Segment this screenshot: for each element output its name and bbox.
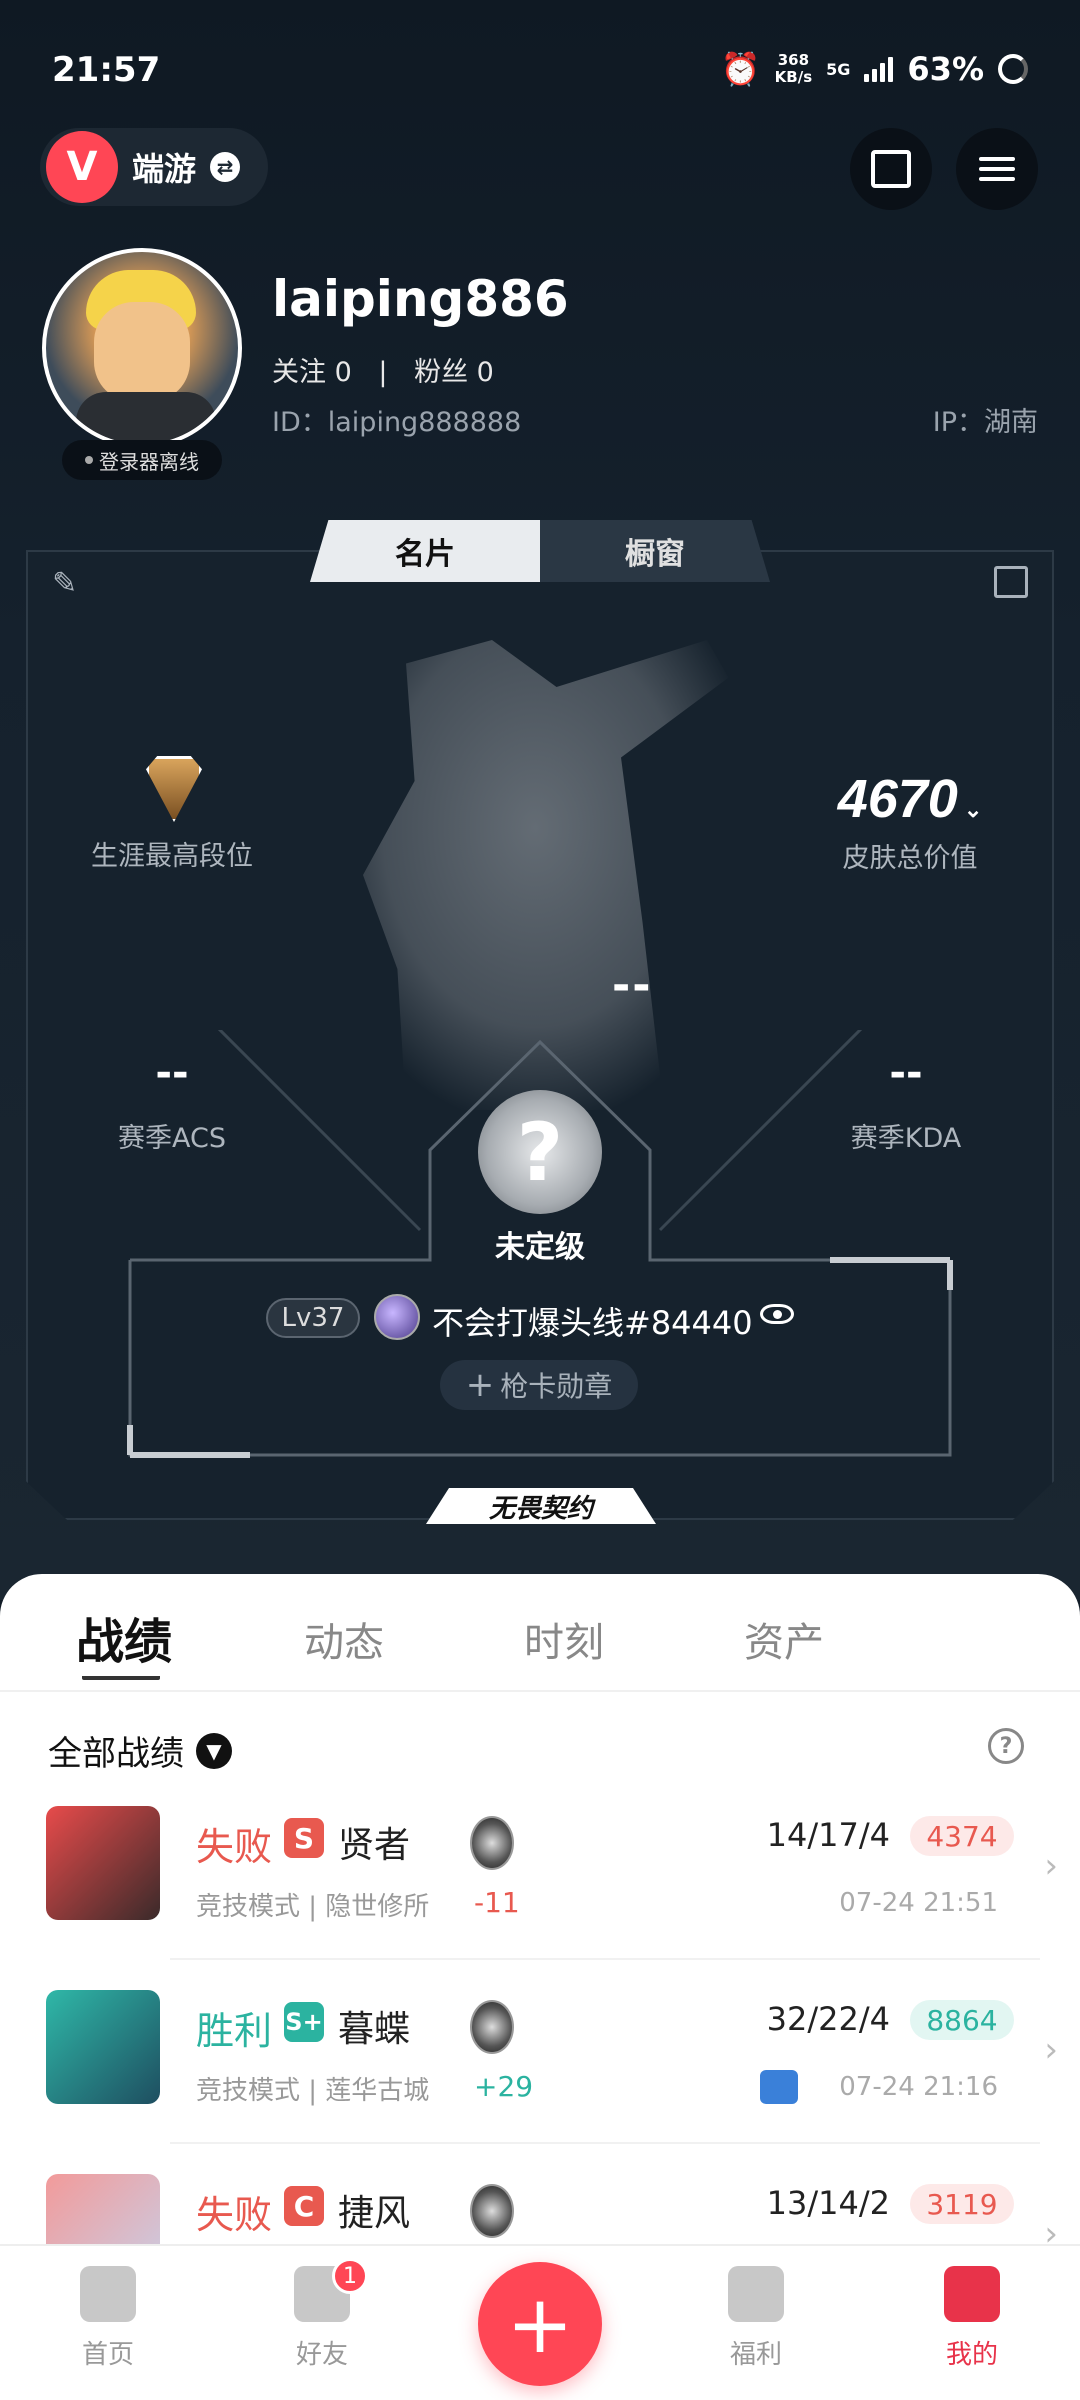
signal-icon	[864, 56, 894, 82]
player-name: 不会打爆头线#84440	[432, 1304, 753, 1342]
row-divider	[170, 2142, 1040, 2144]
battery-icon	[998, 54, 1028, 84]
chevron-down-icon: ⌄	[963, 797, 983, 822]
switch-icon: ⇄	[210, 152, 241, 182]
performance-tier: C	[284, 2186, 324, 2226]
match-kda: 32/22/4	[766, 2000, 890, 2038]
status-dot-icon	[85, 456, 93, 464]
rank-icon	[470, 2000, 514, 2054]
player-card-icon	[374, 1294, 420, 1340]
match-row[interactable]: 失败 S 贤者 竞技模式 | 隐世修所 -11 14/17/4 4374 07-…	[0, 1806, 1080, 1990]
nav-friends[interactable]: 1 好友	[262, 2258, 382, 2371]
photo-frame-icon	[871, 150, 911, 188]
profile-icon	[944, 2266, 1000, 2322]
agent-name: 捷风	[338, 2193, 411, 2234]
rr-change: +29	[474, 2070, 534, 2103]
app-name: 端游	[132, 150, 197, 188]
network-label: 5G	[826, 59, 851, 79]
tab-assets[interactable]: 资产	[744, 1610, 824, 1668]
valorant-logo-icon: V	[46, 131, 118, 203]
match-result: 失败	[196, 2193, 273, 2237]
fans-link[interactable]: 粉丝 0	[414, 357, 494, 388]
agent-portrait	[46, 1806, 160, 1920]
match-score: 8864	[910, 2000, 1014, 2040]
tab-showcase[interactable]: 橱窗	[540, 520, 770, 582]
battery-level: 63%	[907, 50, 984, 88]
match-result: 胜利	[196, 2009, 273, 2053]
career-rank-label: 生涯最高段位	[91, 841, 253, 872]
status-time: 21:57	[52, 50, 161, 90]
net-speed: 368 KB/s	[774, 51, 813, 86]
user-id: ID：laiping888888	[272, 407, 522, 438]
online-status-badge: 登录器离线	[62, 440, 222, 480]
alarm-icon: ⏰	[720, 50, 761, 88]
mode-map: 竞技模式 | 隐世修所	[196, 1892, 430, 1922]
ip-location: IP：湖南	[932, 407, 1038, 438]
match-kda: 14/17/4	[766, 1816, 890, 1854]
mode-map: 竞技模式 | 莲华古城	[196, 2076, 430, 2106]
chevron-right-icon: ›	[1044, 1846, 1058, 1886]
agent-name: 暮蝶	[338, 2009, 411, 2050]
chevron-right-icon: ›	[1044, 2030, 1058, 2070]
home-icon	[80, 2266, 136, 2322]
match-time: 07-24 21:16	[839, 2072, 998, 2102]
level-badge: Lv37	[266, 1298, 360, 1338]
rr-change: -11	[474, 1886, 520, 1919]
nav-me[interactable]: 我的	[912, 2266, 1032, 2371]
divider	[0, 1690, 1080, 1692]
tab-feed[interactable]: 动态	[304, 1610, 384, 1668]
match-score: 3119	[910, 2184, 1014, 2224]
avatar[interactable]	[42, 248, 242, 448]
badge-button[interactable]: + 枪卡勋章	[440, 1360, 638, 1410]
tab-records[interactable]: 战绩	[76, 1602, 172, 1672]
center-dashes: --	[612, 960, 653, 1011]
performance-tier: S	[284, 1818, 324, 1858]
tab-moments[interactable]: 时刻	[524, 1610, 604, 1668]
match-score: 4374	[910, 1816, 1014, 1856]
agent-portrait	[46, 1990, 160, 2104]
edit-icon[interactable]: ✎	[52, 566, 77, 601]
notification-badge: 1	[332, 2258, 368, 2294]
card-edit-button[interactable]	[850, 128, 932, 210]
plus-icon: +	[465, 1365, 495, 1405]
records-sheet: 战绩 动态 时刻 资产 全部战绩 ▼ ? 失败 S 贤者 竞技模式 | 隐世修所…	[0, 1574, 1080, 2288]
game-switcher[interactable]: V 端游 ⇄	[40, 128, 268, 206]
nav-home[interactable]: 首页	[48, 2266, 168, 2371]
card-tabs: 名片 橱窗	[310, 520, 770, 582]
create-post-button[interactable]: +	[478, 2262, 602, 2386]
skin-value[interactable]: 4670 ⌄	[810, 768, 1010, 830]
plus-icon: +	[506, 2277, 574, 2371]
record-filter[interactable]: 全部战绩 ▼	[48, 1726, 232, 1775]
tab-card[interactable]: 名片	[310, 520, 540, 582]
follow-stats: 关注 0 | 粉丝 0	[272, 357, 494, 388]
gift-icon	[728, 2266, 784, 2322]
match-time: 07-24 21:51	[839, 1888, 998, 1918]
rank-icon	[470, 1816, 514, 1870]
performance-tier: S+	[284, 2002, 324, 2042]
chevron-down-icon: ▼	[196, 1732, 232, 1769]
game-banner: 无畏契约	[426, 1488, 656, 1524]
nav-welfare[interactable]: 福利	[696, 2266, 816, 2371]
agent-name: 贤者	[338, 1825, 411, 1866]
skin-value-label: 皮肤总价值	[842, 843, 978, 874]
eye-icon[interactable]	[760, 1304, 794, 1324]
rank-icon	[470, 2184, 514, 2238]
menu-icon	[979, 151, 1015, 187]
match-result: 失败	[196, 1825, 273, 1869]
match-kda: 13/14/2	[766, 2184, 890, 2222]
share-icon[interactable]	[994, 566, 1028, 598]
video-icon[interactable]	[760, 2070, 798, 2104]
row-divider	[170, 1958, 1040, 1960]
menu-button[interactable]	[956, 128, 1038, 210]
help-icon[interactable]: ?	[988, 1728, 1024, 1764]
match-row[interactable]: 胜利 S+ 暮蝶 竞技模式 | 莲华古城 +29 32/22/4 8864 07…	[0, 1990, 1080, 2174]
username: laiping886	[272, 270, 569, 328]
follow-link[interactable]: 关注 0	[272, 357, 352, 388]
active-tab-indicator	[82, 1674, 160, 1680]
status-right: ⏰ 368 KB/s 5G 63%	[721, 50, 1028, 88]
